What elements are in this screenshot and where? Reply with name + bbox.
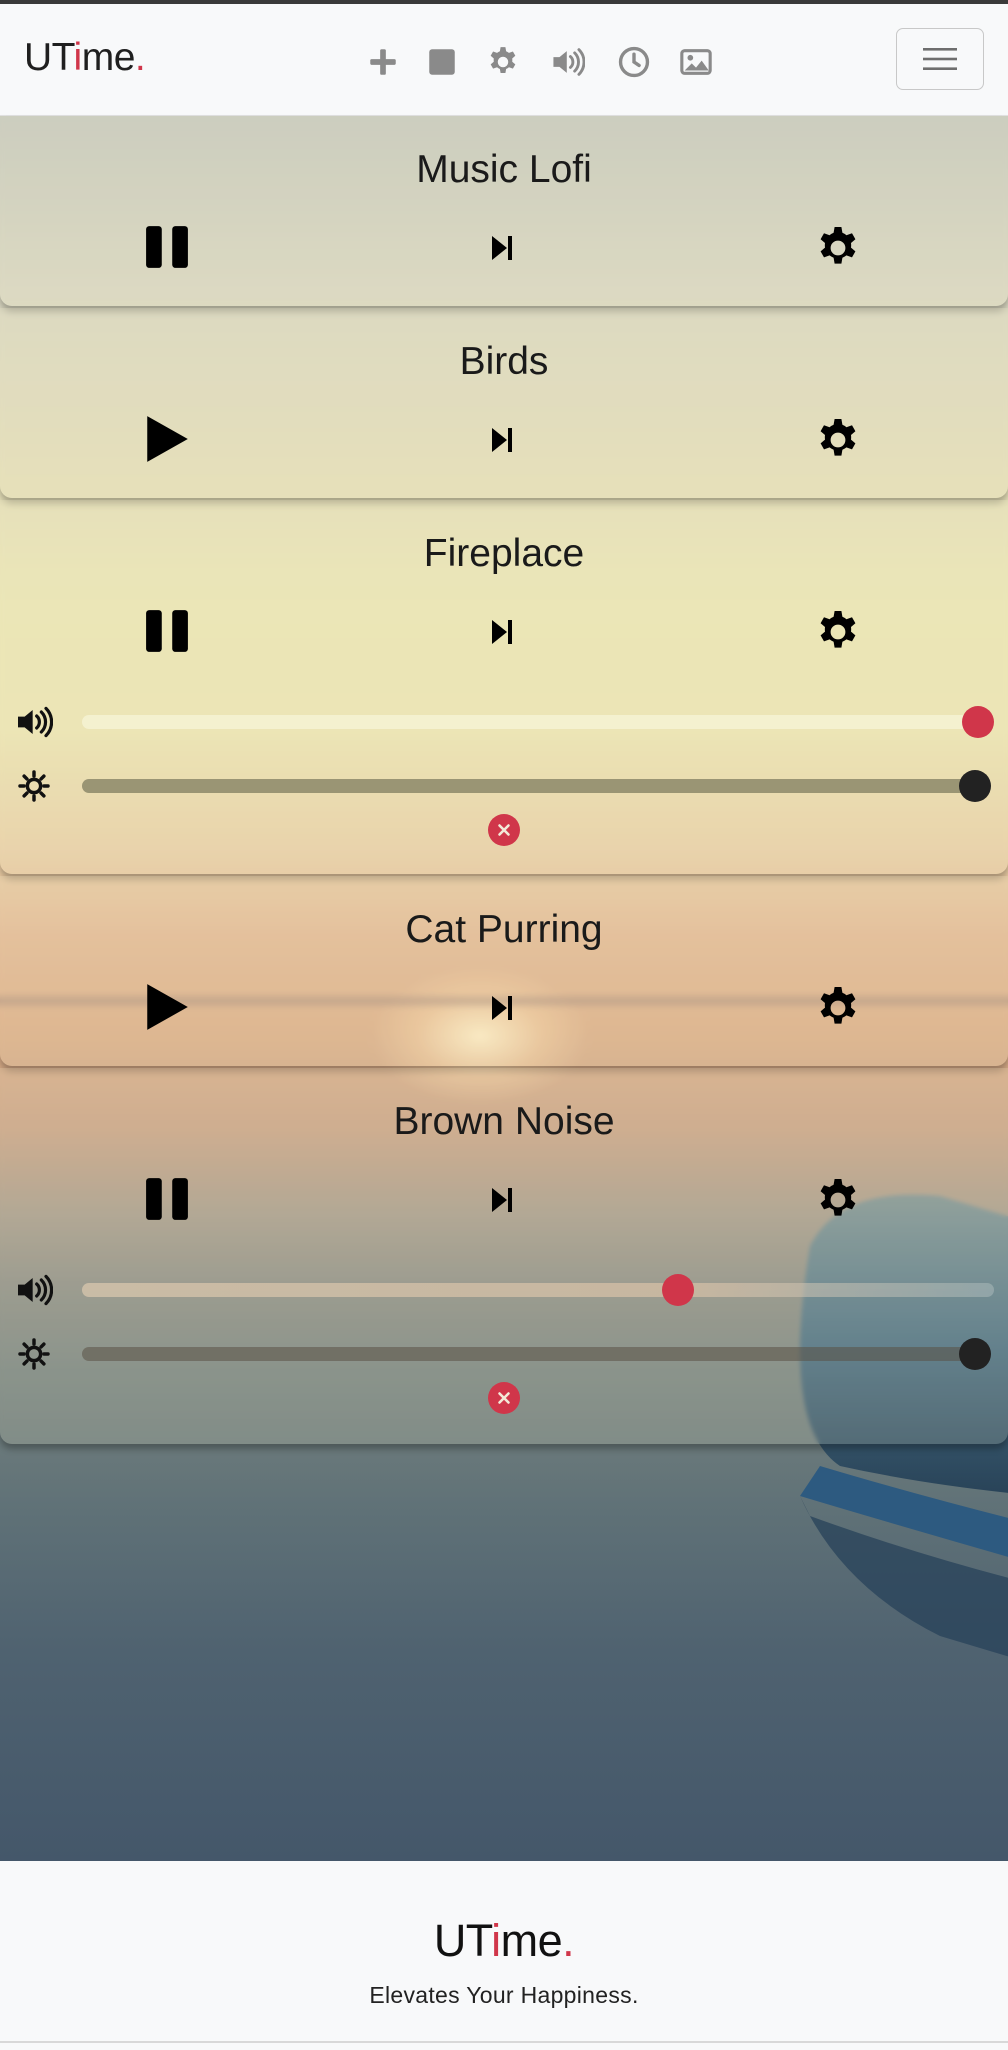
skip-button[interactable] (482, 988, 522, 1028)
brightness-slider-track[interactable] (82, 779, 980, 793)
pause-icon (146, 1178, 188, 1220)
footer-brand-prefix: UT (433, 1915, 492, 1966)
volume-icon[interactable] (548, 42, 588, 82)
skip-button[interactable] (482, 420, 522, 460)
footer-brand-logo: UTime. (0, 1915, 1008, 1967)
clock-icon[interactable] (614, 42, 654, 82)
brand-suffix: me (81, 36, 136, 79)
footer-brand-suffix: me (500, 1915, 563, 1966)
footer: UTime. Elevates Your Happiness. (0, 1861, 1008, 2050)
volume-slider-thumb[interactable] (662, 1274, 694, 1306)
sound-settings-button[interactable] (812, 222, 864, 274)
pause-button[interactable] (140, 604, 194, 658)
brand-dot: . (134, 36, 146, 79)
brand-logo[interactable]: UTime. (24, 36, 146, 80)
sound-title: Music Lofi (416, 148, 592, 191)
close-sound-button[interactable] (488, 814, 520, 846)
footer-brand-accent-letter: i (491, 1915, 501, 1966)
sound-settings-button[interactable] (812, 982, 864, 1034)
sound-title: Cat Purring (405, 908, 603, 951)
sound-panel-cat-purring: Cat Purring (0, 876, 1008, 1066)
sound-settings-button[interactable] (812, 1174, 864, 1226)
brightness-slider-thumb[interactable] (959, 1338, 991, 1370)
volume-slider-track[interactable] (82, 1283, 994, 1297)
hamburger-icon (923, 48, 957, 70)
sound-title: Birds (459, 340, 549, 383)
brightness-slider-row (0, 1334, 1008, 1374)
gear-icon (820, 611, 856, 648)
gear-icon (820, 1179, 856, 1216)
close-sound-button[interactable] (488, 1382, 520, 1414)
footer-divider (0, 2041, 1008, 2043)
pause-icon (146, 610, 188, 652)
sound-title: Brown Noise (393, 1100, 615, 1143)
pause-icon (146, 226, 188, 268)
pause-button[interactable] (140, 220, 194, 274)
plus-icon[interactable] (363, 42, 403, 82)
sound-panel-fireplace: Fireplace (0, 500, 1008, 874)
play-button[interactable] (140, 412, 194, 466)
brightness-slider-track[interactable] (82, 1347, 980, 1361)
brand-prefix: UT (24, 36, 74, 79)
footer-brand-dot: . (562, 1915, 575, 1966)
sound-panel-birds: Birds (0, 308, 1008, 498)
sound-settings-button[interactable] (812, 414, 864, 466)
play-button[interactable] (140, 980, 194, 1034)
sound-title: Fireplace (423, 532, 585, 575)
close-icon (498, 824, 510, 836)
brightness-icon (14, 769, 54, 803)
footer-tagline: Elevates Your Happiness. (369, 1982, 639, 2008)
sound-panel-music-lofi: Music Lofi (0, 116, 1008, 306)
skip-button[interactable] (482, 612, 522, 652)
pause-button[interactable] (140, 1172, 194, 1226)
volume-slider-row (0, 702, 1008, 742)
skip-icon (492, 996, 512, 1020)
play-icon (147, 984, 188, 1030)
volume-icon (14, 705, 54, 739)
volume-slider-row (0, 1270, 1008, 1310)
gear-icon (820, 987, 856, 1024)
gear-icon (820, 419, 856, 456)
brightness-slider-thumb[interactable] (959, 770, 991, 802)
play-icon (147, 416, 188, 462)
close-icon (498, 1392, 510, 1404)
brightness-icon (14, 1337, 54, 1371)
skip-icon (492, 236, 512, 260)
stop-icon[interactable] (422, 42, 462, 82)
skip-icon (492, 620, 512, 644)
sound-settings-button[interactable] (812, 606, 864, 658)
sound-panel-brown-noise: Brown Noise (0, 1068, 1008, 1444)
skip-icon (492, 1188, 512, 1212)
skip-button[interactable] (482, 228, 522, 268)
volume-slider-track[interactable] (82, 715, 994, 729)
skip-icon (492, 428, 512, 452)
brand-accent-letter: i (73, 36, 83, 79)
gear-icon[interactable] (483, 42, 523, 82)
image-icon[interactable] (676, 42, 716, 82)
menu-toggle-button[interactable] (896, 28, 984, 90)
volume-icon (14, 1273, 54, 1307)
gear-icon (820, 227, 856, 264)
navbar: UTime. (0, 4, 1008, 116)
volume-slider-thumb[interactable] (962, 706, 994, 738)
skip-button[interactable] (482, 1180, 522, 1220)
brightness-slider-row (0, 766, 1008, 806)
